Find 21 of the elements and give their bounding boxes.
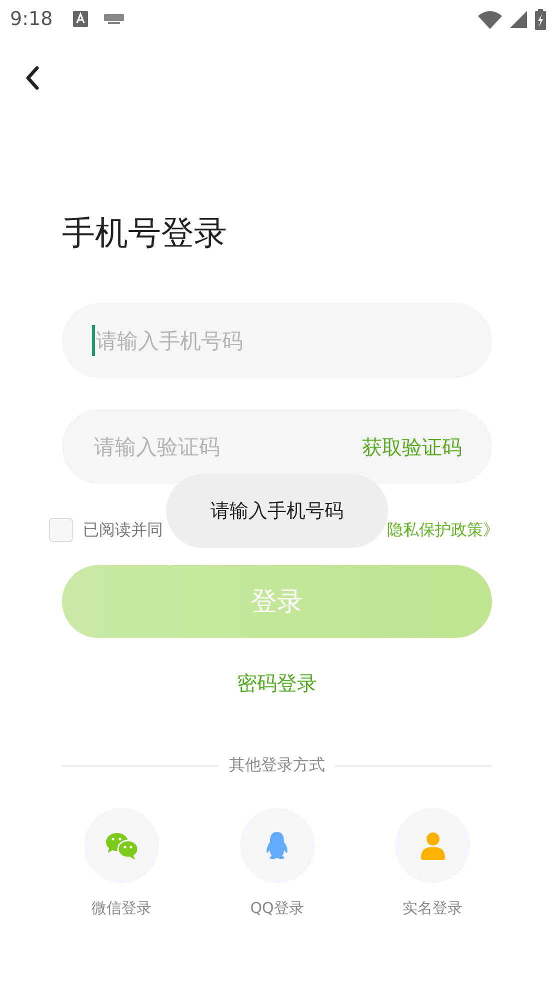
agreement-checkbox[interactable] <box>49 518 73 542</box>
message-toast: 请输入手机号码 <box>166 474 388 548</box>
login-method-label: 微信登录 <box>92 899 152 918</box>
login-method-label: QQ登录 <box>250 899 304 918</box>
agreement-link[interactable]: 隐私保护政策》 <box>387 520 499 540</box>
chat-bubbles-icon <box>104 832 138 860</box>
signal-icon <box>510 10 527 28</box>
status-time: 9:18 <box>10 8 53 30</box>
page-title: 手机号登录 <box>62 212 228 254</box>
wifi-icon <box>478 10 502 28</box>
back-icon[interactable] <box>25 66 39 90</box>
password-login-link[interactable]: 密码登录 <box>237 670 317 697</box>
keyboard-a-icon <box>72 11 88 27</box>
penguin-icon <box>265 832 289 860</box>
get-code-button[interactable]: 获取验证码 <box>362 434 462 461</box>
battery-icon <box>535 8 546 30</box>
login-method-label: 实名登录 <box>402 899 462 918</box>
phone-input-field[interactable]: 请输入手机号码 <box>62 303 492 378</box>
person-icon <box>420 832 444 860</box>
other-methods-heading: 其他登录方式 <box>229 755 325 776</box>
agreement-text: 已阅读并同 <box>83 520 164 540</box>
